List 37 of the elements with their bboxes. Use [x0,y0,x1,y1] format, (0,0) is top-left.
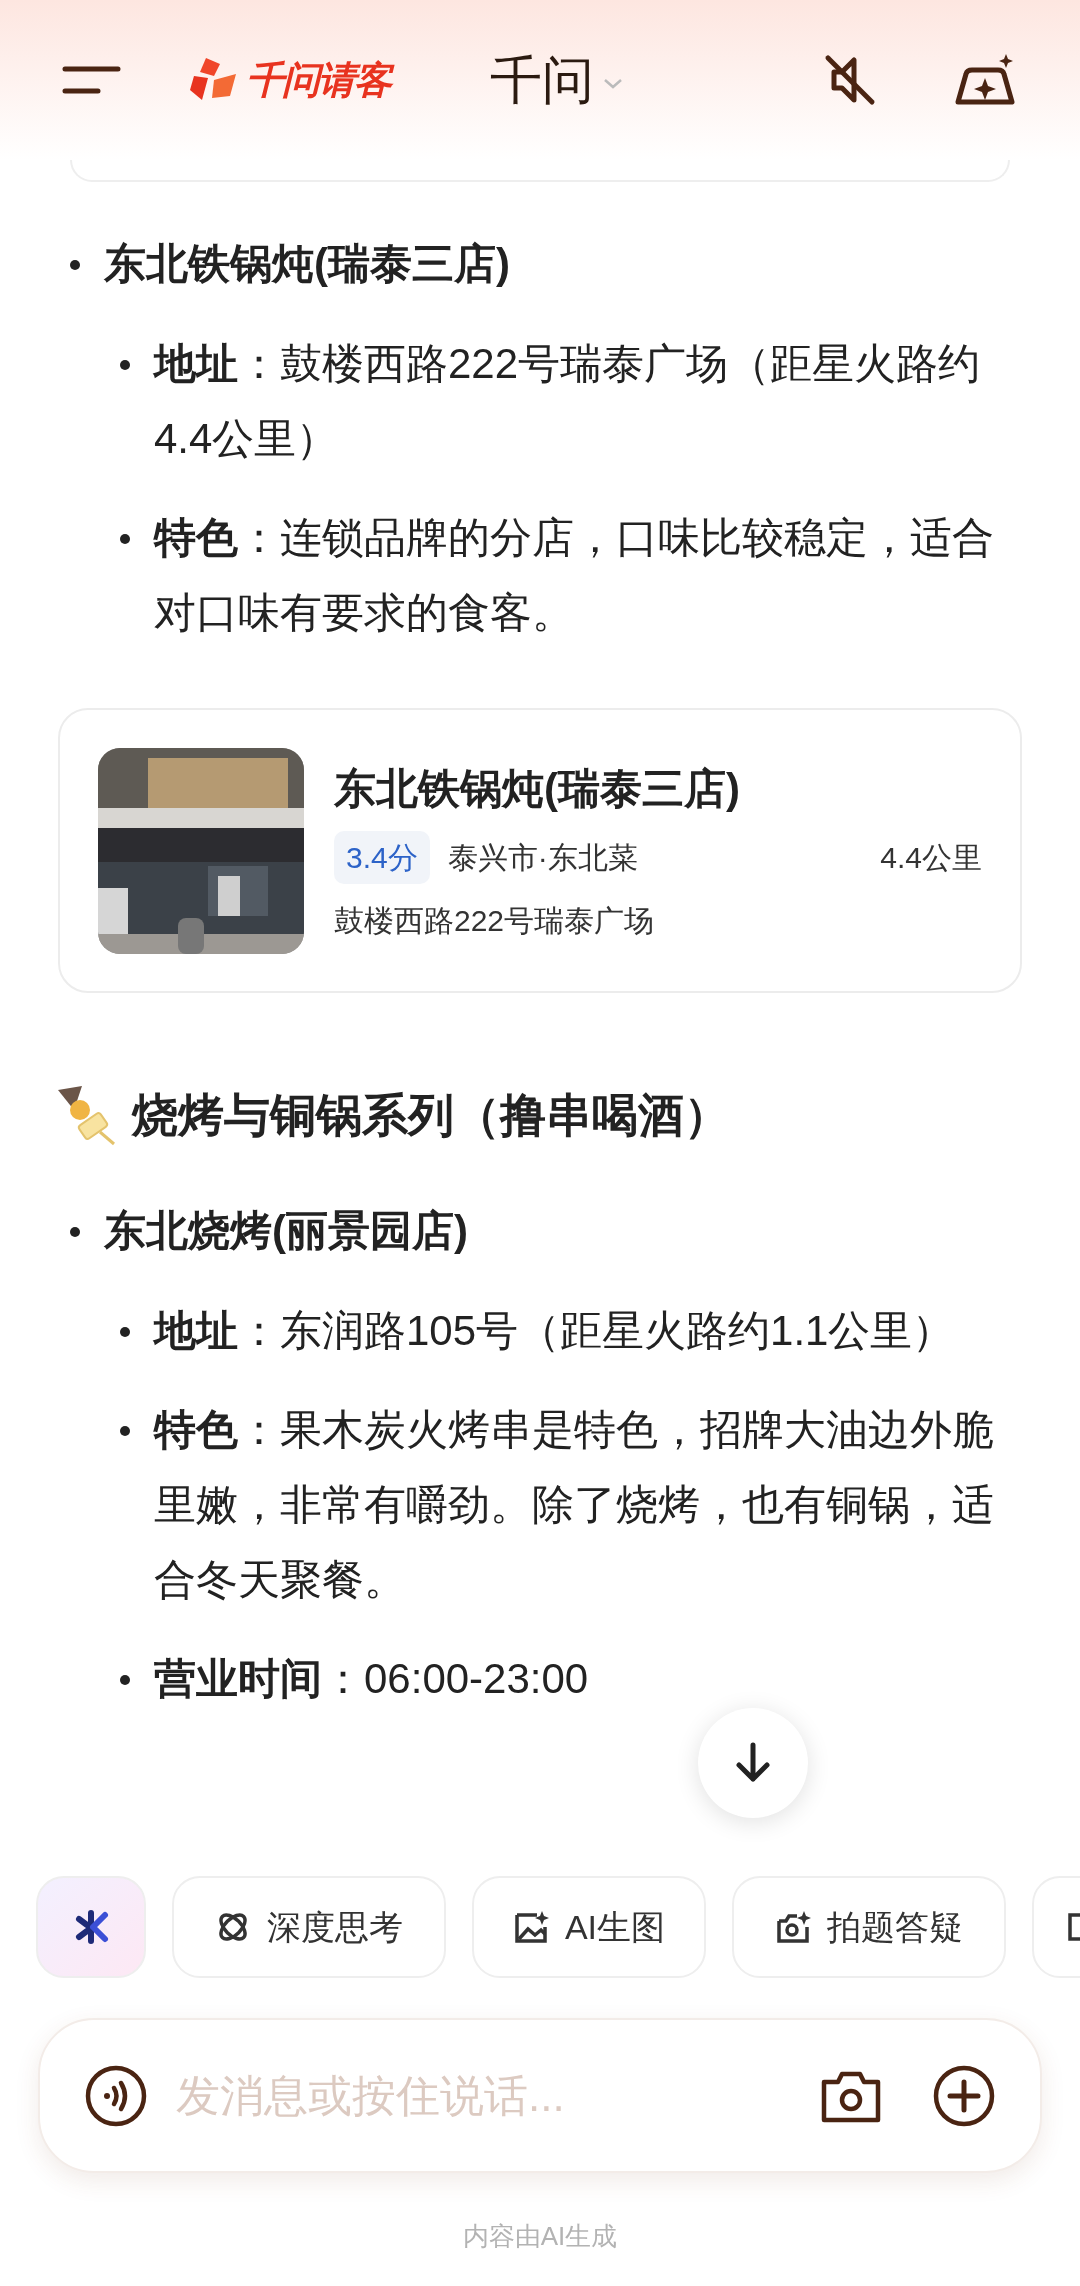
place-card[interactable]: 东北铁锅炖(瑞泰三店) 3.4分 泰兴市·东北菜 4.4公里 鼓楼西路222号瑞泰广场 [58,708,1022,993]
list-bullet [120,1675,130,1685]
list-bullet [120,534,130,544]
voice-icon[interactable] [84,2063,148,2128]
arrow-down-icon [733,1741,773,1785]
category-text: 泰兴市·东北菜 [447,839,638,876]
place-name: 东北烧烤(丽景园店) [104,1206,468,1256]
list-bullet [70,1227,80,1237]
message-input[interactable]: 发消息或按住说话... [176,2062,820,2129]
assistant-button[interactable] [36,1876,146,1978]
list-bullet [120,360,130,370]
menu-icon[interactable] [62,65,122,95]
detail-text: 地址：东润路105号（距星火路约1.1公里） [154,1306,956,1356]
card-title: 东北铁锅炖(瑞泰三店) [334,763,741,814]
place-name: 东北铁锅炖(瑞泰三店) [104,239,510,289]
chip-button[interactable]: 拍题答疑 [732,1876,1006,1978]
detail-text: 营业时间：06:00-23:00 [154,1654,590,1704]
section-heading: 烧烤与铜锅系列（撸串喝酒） [132,1088,730,1143]
document-icon [1066,1911,1080,1943]
message-input-bar[interactable]: 发消息或按住说话... [38,2018,1042,2173]
skewer-icon [56,1084,118,1146]
list-bullet [120,1426,130,1436]
app-title[interactable]: 千问 [490,41,594,119]
detail-text: 特色：连锁品牌的分店，口味比较稳定，适合对口味有要求的食客。 [154,513,995,638]
chip-button[interactable]: 深度思考 [172,1876,446,1978]
rating-badge: 3.4分 [334,830,430,884]
add-icon[interactable] [932,2063,996,2128]
distance-text: 4.4公里 [880,839,982,876]
address-text: 鼓楼西路222号瑞泰广场 [334,902,656,939]
detail-text: 特色：果木炭火烤串是特色，招牌大油边外脆里嫩，非常有嚼劲。除了烧烤，也有铜锅，适合冬天聚餐。 [154,1405,995,1605]
list-bullet [70,260,80,270]
chip-button[interactable]: AI生图 [472,1876,706,1978]
list-bullet [120,1327,130,1337]
detail-text: 地址：鼓楼西路222号瑞泰广场（距星火路约4.4公里） [154,339,982,464]
image-sparkle-icon [512,1909,549,1945]
camera-sparkle-icon [775,1909,811,1945]
ai-disclaimer: 内容由AI生成 [461,2220,619,2253]
